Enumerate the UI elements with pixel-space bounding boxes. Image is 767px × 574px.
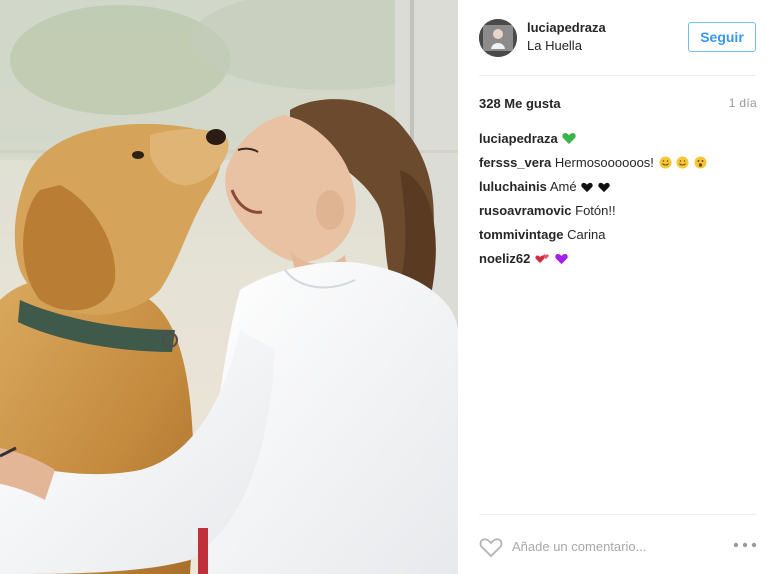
likes-count[interactable]: 328 Me gusta (479, 96, 561, 111)
revolving-hearts-icon (535, 252, 550, 269)
astonished-face-icon (694, 156, 707, 173)
likes-row: 328 Me gusta 1 día (479, 96, 757, 112)
green-heart-icon (562, 132, 577, 149)
header-divider (479, 75, 756, 76)
comment-username[interactable]: rusoavramovic (479, 203, 572, 218)
black-heart-icon (598, 181, 610, 197)
post-location[interactable]: La Huella (527, 38, 582, 53)
comments-list: luciapedraza fersss_vera Hermosoooooos! (479, 131, 759, 275)
comment-item: noeliz62 (479, 251, 759, 275)
smiling-face-icon (659, 156, 672, 173)
comment-username[interactable]: luciapedraza (479, 131, 558, 146)
avatar-image (479, 19, 517, 57)
instagram-post: luciapedraza La Huella Seguir 328 Me gus… (0, 0, 767, 574)
author-username[interactable]: luciapedraza (527, 20, 606, 35)
post-sidebar: luciapedraza La Huella Seguir 328 Me gus… (458, 0, 767, 574)
post-photo[interactable] (0, 0, 458, 574)
ellipsis-icon[interactable] (732, 537, 758, 553)
heart-outline-icon[interactable] (479, 536, 503, 558)
comment-input[interactable] (512, 537, 712, 555)
comment-username[interactable]: noeliz62 (479, 251, 530, 266)
comment-text: Fotón!! (575, 203, 616, 218)
photo-illustration (0, 0, 458, 574)
author-avatar[interactable] (479, 19, 517, 57)
comment-username[interactable]: luluchainis (479, 179, 547, 194)
comment-username[interactable]: fersss_vera (479, 155, 551, 170)
comment-item: luluchainis Amé (479, 179, 759, 203)
comment-item: fersss_vera Hermosoooooos! (479, 155, 759, 179)
smiling-face-icon (676, 156, 689, 173)
comment-item: rusoavramovic Fotón!! (479, 203, 759, 227)
comment-text: Hermosoooooos! (554, 155, 654, 170)
comment-item: tommivintage Carina (479, 227, 759, 251)
comment-item: luciapedraza (479, 131, 759, 155)
post-actions (458, 515, 767, 574)
purple-heart-icon (554, 253, 568, 269)
black-heart-icon (581, 181, 593, 197)
post-timestamp[interactable]: 1 día (729, 96, 757, 110)
comment-text: Amé (549, 179, 577, 194)
comment-text: Carina (567, 227, 606, 242)
follow-button[interactable]: Seguir (688, 22, 756, 52)
post-header: luciapedraza La Huella Seguir (458, 0, 767, 76)
comment-username[interactable]: tommivintage (479, 227, 564, 242)
